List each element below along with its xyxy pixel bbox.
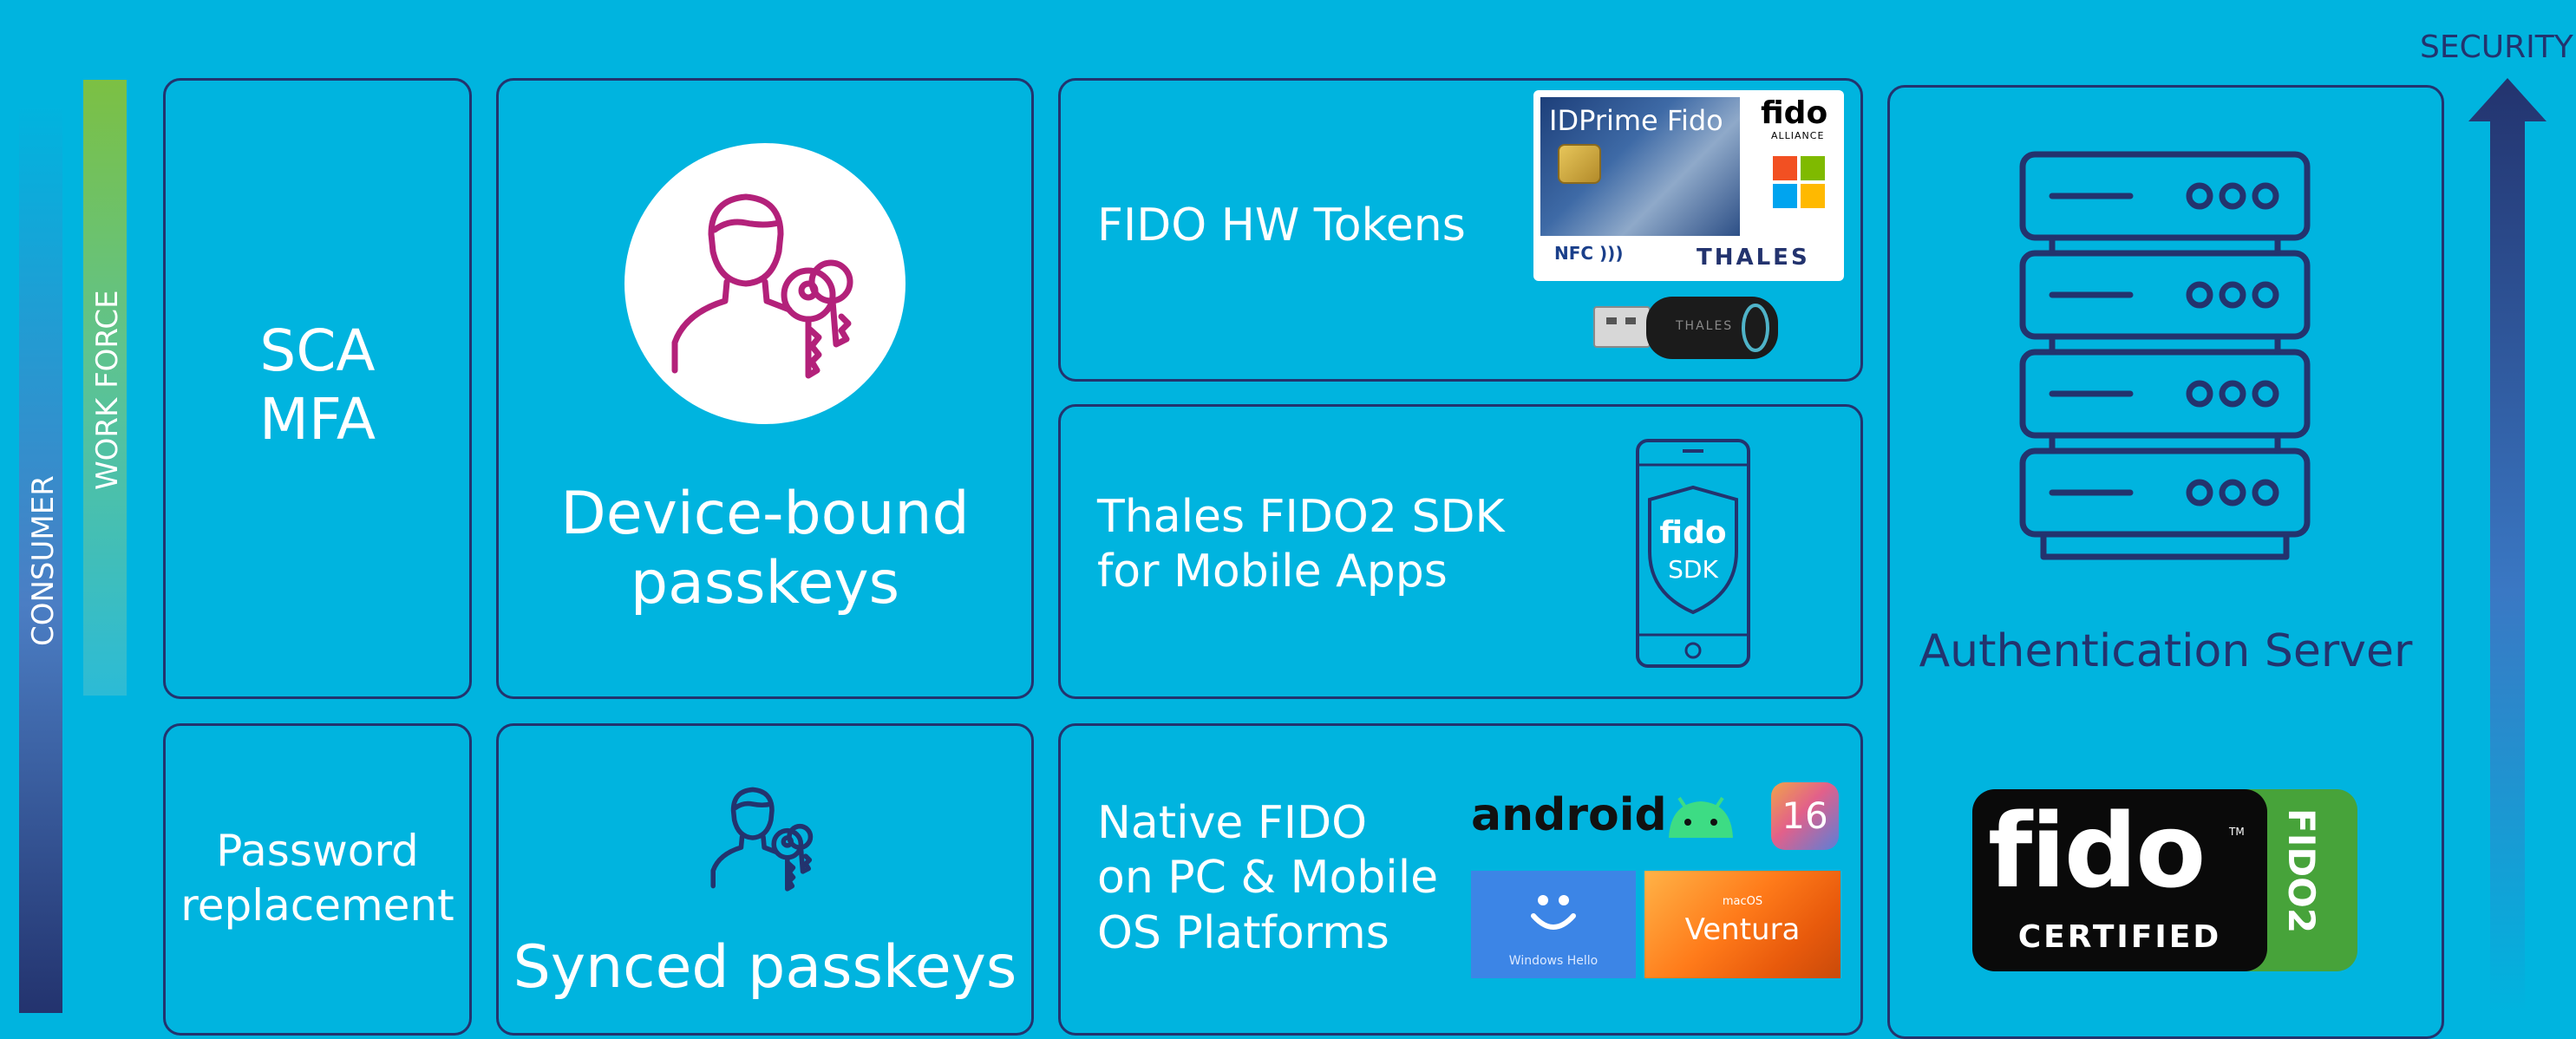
- server-stack-icon: [2017, 149, 2312, 565]
- synced-user-key-icon: [685, 760, 841, 916]
- usb-key-icon: THALES: [1592, 291, 1783, 364]
- usb-key-brand: THALES: [1676, 319, 1734, 333]
- synced-passkeys-label: Synced passkeys: [513, 933, 1017, 1002]
- chip-icon: [1558, 144, 1601, 184]
- hw-tokens-label: FIDO HW Tokens: [1097, 199, 1466, 252]
- smiley-icon: [1531, 895, 1576, 930]
- native-line2: on PC & Mobile: [1097, 852, 1439, 905]
- native-fido-label: Native FIDO on PC & Mobile OS Platforms: [1097, 796, 1438, 961]
- android-robot-icon: [1664, 794, 1738, 841]
- ios-16-badge: 16: [1771, 782, 1839, 850]
- android-wordmark: android: [1471, 789, 1667, 841]
- security-axis-label: SECURITY: [2420, 29, 2573, 65]
- sdk-shield-fido: fido: [1659, 515, 1727, 551]
- device-bound-label: Device-bound passkeys: [496, 480, 1034, 618]
- card-title: IDPrime Fido: [1549, 104, 1723, 137]
- native-line3: OS Platforms: [1097, 906, 1389, 959]
- user-key-icon: [671, 193, 853, 379]
- sdk-label: Thales FIDO2 SDK for Mobile Apps: [1097, 490, 1505, 600]
- user-key-circle: [624, 143, 906, 424]
- fido-certified-badge: fido TM CERTIFIED FIDO2: [1972, 789, 2357, 971]
- replacement-text: replacement: [180, 879, 454, 931]
- sdk-line1: Thales FIDO2 SDK: [1097, 491, 1505, 543]
- workforce-axis-label: WORK FORCE: [90, 290, 125, 490]
- macos-ventura-text: Ventura: [1684, 912, 1801, 947]
- card-thales-brand: THALES: [1697, 245, 1810, 271]
- nfc-icon: NFC ))): [1554, 243, 1624, 264]
- fido-certified-text: CERTIFIED: [2017, 919, 2222, 955]
- fido-tm: TM: [2229, 826, 2245, 838]
- card-fido-alliance: ALLIANCE: [1771, 130, 1825, 141]
- fido-certified-wordmark: fido: [1988, 800, 2265, 902]
- card-fido-logo: fido: [1761, 95, 1828, 131]
- native-line1: Native FIDO: [1097, 797, 1368, 849]
- mfa-text: MFA: [259, 386, 376, 454]
- consumer-axis-label: CONSUMER: [26, 475, 61, 646]
- password-text: Password: [216, 826, 419, 876]
- password-replacement-label: Password replacement: [163, 824, 472, 932]
- sdk-shield-sdk: SDK: [1668, 555, 1718, 584]
- device-bound-text: Device-bound: [560, 480, 970, 548]
- smartphone-icon: fido SDK: [1636, 439, 1750, 668]
- windows-logo-icon: [1773, 156, 1825, 208]
- auth-server-label: Authentication Server: [1919, 625, 2413, 677]
- security-arrow: [2468, 78, 2547, 1013]
- sca-text: SCA: [259, 317, 376, 384]
- fido-word: fido: [1988, 791, 2206, 911]
- passkeys-text: passkeys: [630, 549, 900, 618]
- fido2-vertical-text: FIDO2: [2280, 808, 2323, 934]
- windows-hello-tile: Windows Hello: [1471, 871, 1636, 978]
- sdk-line2: for Mobile Apps: [1097, 546, 1448, 598]
- idprime-card: IDPrime Fido fido ALLIANCE NFC ))) THALE…: [1533, 90, 1844, 281]
- macos-small-text: macOS: [1722, 895, 1763, 908]
- macos-ventura-tile: macOS Ventura: [1644, 871, 1840, 978]
- ios-version: 16: [1782, 794, 1828, 837]
- nfc-text: NFC: [1554, 243, 1594, 264]
- android-logo: android: [1471, 789, 1749, 845]
- sca-mfa-label: SCA MFA: [163, 317, 472, 454]
- windows-hello-text: Windows Hello: [1508, 954, 1599, 968]
